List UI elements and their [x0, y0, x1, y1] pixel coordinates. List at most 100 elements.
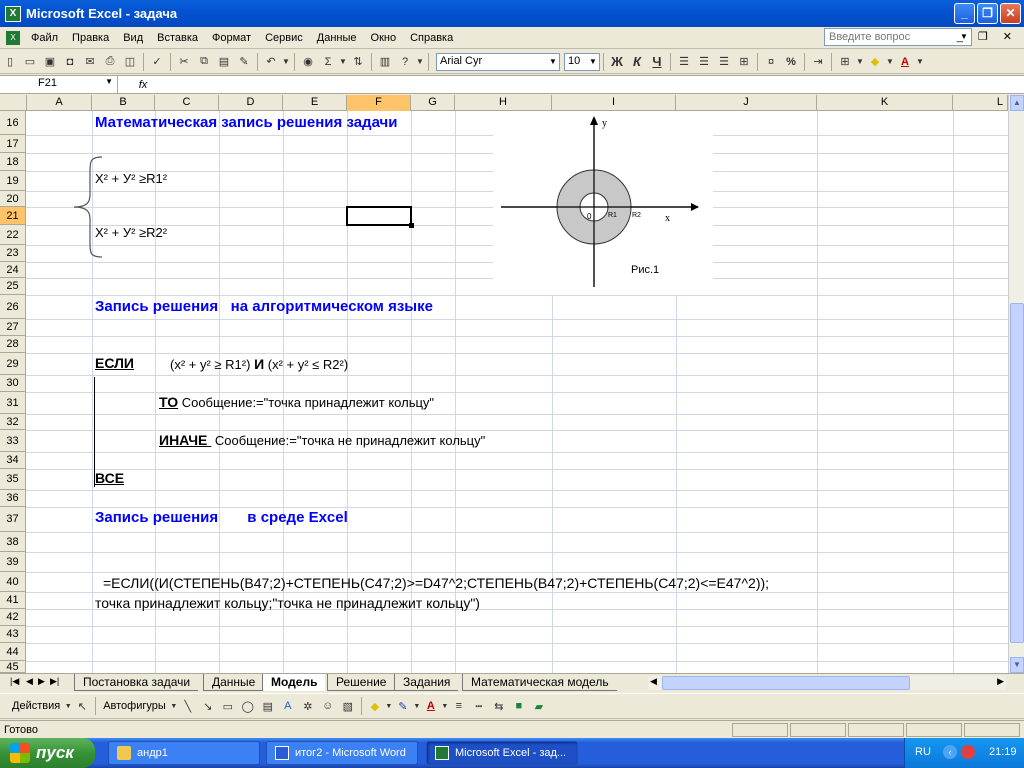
menu-edit[interactable]: Правка: [65, 32, 116, 44]
menu-tools[interactable]: Сервис: [258, 32, 310, 44]
sort-icon[interactable]: ⇅: [348, 52, 368, 72]
chevron-down-icon[interactable]: ▼: [441, 696, 449, 716]
autosum-icon[interactable]: Σ: [318, 52, 338, 72]
menu-format[interactable]: Формат: [205, 32, 258, 44]
corner-select-all[interactable]: [0, 95, 27, 111]
scroll-left-icon[interactable]: ◀: [650, 676, 657, 687]
font-color-icon[interactable]: A: [895, 52, 915, 72]
arrow-icon[interactable]: ↘: [198, 696, 218, 716]
row-header[interactable]: 36: [0, 490, 26, 507]
dash-style-icon[interactable]: ┅: [469, 696, 489, 716]
document-window-controls[interactable]: _ ❐ ✕: [957, 30, 1018, 43]
font-size-select[interactable]: 10 ▼: [564, 52, 600, 71]
row-header[interactable]: 26: [0, 295, 26, 319]
tab-prev-icon[interactable]: ◀: [26, 676, 33, 687]
tab-problem[interactable]: Постановка задачи: [74, 674, 199, 691]
chevron-down-icon[interactable]: ▼: [885, 52, 895, 72]
column-header[interactable]: L: [953, 95, 1008, 111]
tab-model[interactable]: Модель: [262, 674, 326, 691]
select-objects-icon[interactable]: ↖: [72, 696, 92, 716]
column-header[interactable]: A: [27, 95, 92, 111]
column-header[interactable]: H: [455, 95, 552, 111]
chevron-down-icon[interactable]: ▼: [415, 52, 425, 72]
row-header[interactable]: 34: [0, 452, 26, 469]
chevron-down-icon[interactable]: ▼: [915, 52, 925, 72]
row-header[interactable]: 24: [0, 262, 26, 278]
italic-button[interactable]: К: [627, 52, 647, 72]
row-header[interactable]: 31: [0, 392, 26, 414]
row-header[interactable]: 39: [0, 552, 26, 572]
currency-icon[interactable]: ¤: [761, 52, 781, 72]
fill-color-icon[interactable]: ◆: [365, 696, 385, 716]
align-center-icon[interactable]: ☰: [694, 52, 714, 72]
selected-cell-f21[interactable]: [346, 206, 414, 228]
column-header[interactable]: C: [155, 95, 219, 111]
menu-data[interactable]: Данные: [310, 32, 364, 44]
font-name-select[interactable]: Arial Cyr ▼: [436, 52, 560, 71]
diagram-icon[interactable]: ✲: [298, 696, 318, 716]
taskbar-item-word[interactable]: итог2 - Microsoft Word: [266, 741, 418, 765]
tab-tasks[interactable]: Задания: [394, 674, 459, 691]
column-header[interactable]: B: [92, 95, 155, 111]
vertical-scrollbar[interactable]: ▲ ▼: [1008, 95, 1024, 673]
chevron-down-icon[interactable]: ▼: [105, 77, 113, 86]
menu-file[interactable]: Файл: [24, 32, 65, 44]
row-header-selected[interactable]: 21: [0, 207, 26, 225]
horizontal-scroll-thumb[interactable]: [662, 676, 910, 690]
tray-arrow-icon[interactable]: ‹: [943, 745, 957, 759]
undo-icon[interactable]: ↶: [261, 52, 281, 72]
menu-window[interactable]: Окно: [364, 32, 404, 44]
menu-insert[interactable]: Вставка: [150, 32, 205, 44]
chevron-down-icon[interactable]: ▼: [855, 52, 865, 72]
hyperlink-icon[interactable]: ◉: [298, 52, 318, 72]
row-header[interactable]: 27: [0, 319, 26, 336]
scroll-down-icon[interactable]: ▼: [1010, 657, 1024, 673]
formula-input[interactable]: [168, 76, 1024, 93]
help-search-input[interactable]: Введите вопрос ▼: [824, 28, 972, 46]
open-icon[interactable]: ▭: [20, 52, 40, 72]
row-header[interactable]: 30: [0, 375, 26, 392]
arrow-style-icon[interactable]: ⇆: [489, 696, 509, 716]
chevron-down-icon[interactable]: ▼: [338, 52, 348, 72]
row-header[interactable]: 29: [0, 353, 26, 375]
print-icon[interactable]: ⎙: [100, 52, 120, 72]
row-header[interactable]: 22: [0, 225, 26, 245]
worksheet-grid[interactable]: A B C D E F G H I J K L 16 17 18 19 20 2…: [0, 95, 1024, 673]
save-icon[interactable]: ▣: [40, 52, 60, 72]
document-icon[interactable]: X: [6, 30, 20, 45]
spelling-icon[interactable]: ✓: [147, 52, 167, 72]
tab-first-icon[interactable]: |◀: [10, 676, 19, 687]
indent-icon[interactable]: ⇥: [808, 52, 828, 72]
permission-icon[interactable]: ◘: [60, 52, 80, 72]
row-header[interactable]: 42: [0, 609, 26, 626]
chart-wizard-icon[interactable]: ▥: [375, 52, 395, 72]
chevron-down-icon[interactable]: ▼: [385, 696, 393, 716]
line-icon[interactable]: ╲: [178, 696, 198, 716]
name-box[interactable]: F21 ▼: [0, 76, 118, 93]
3d-icon[interactable]: ▰: [529, 696, 549, 716]
chevron-down-icon[interactable]: ▼: [413, 696, 421, 716]
picture-icon[interactable]: ▧: [338, 696, 358, 716]
column-header[interactable]: E: [283, 95, 347, 111]
tab-solution[interactable]: Решение: [327, 674, 395, 691]
new-icon[interactable]: ▯: [0, 52, 20, 72]
borders-icon[interactable]: ⊞: [835, 52, 855, 72]
merge-center-icon[interactable]: ⊞: [734, 52, 754, 72]
row-header[interactable]: 19: [0, 171, 26, 191]
wordart-icon[interactable]: A: [278, 696, 298, 716]
row-header[interactable]: 18: [0, 153, 26, 171]
tray-app-icon[interactable]: [961, 745, 975, 759]
row-header[interactable]: 28: [0, 336, 26, 353]
bold-button[interactable]: Ж: [607, 52, 627, 72]
paste-icon[interactable]: ▤: [214, 52, 234, 72]
horizontal-scrollbar[interactable]: ◀ ▶: [648, 676, 1006, 690]
menu-view[interactable]: Вид: [116, 32, 150, 44]
row-header[interactable]: 35: [0, 469, 26, 490]
chevron-down-icon[interactable]: ▼: [587, 54, 599, 70]
email-icon[interactable]: ✉: [80, 52, 100, 72]
row-header[interactable]: 40: [0, 572, 26, 592]
font-color-icon[interactable]: A: [421, 696, 441, 716]
close-button[interactable]: ✕: [1000, 3, 1021, 24]
align-left-icon[interactable]: ☰: [674, 52, 694, 72]
language-indicator[interactable]: RU: [915, 746, 931, 758]
